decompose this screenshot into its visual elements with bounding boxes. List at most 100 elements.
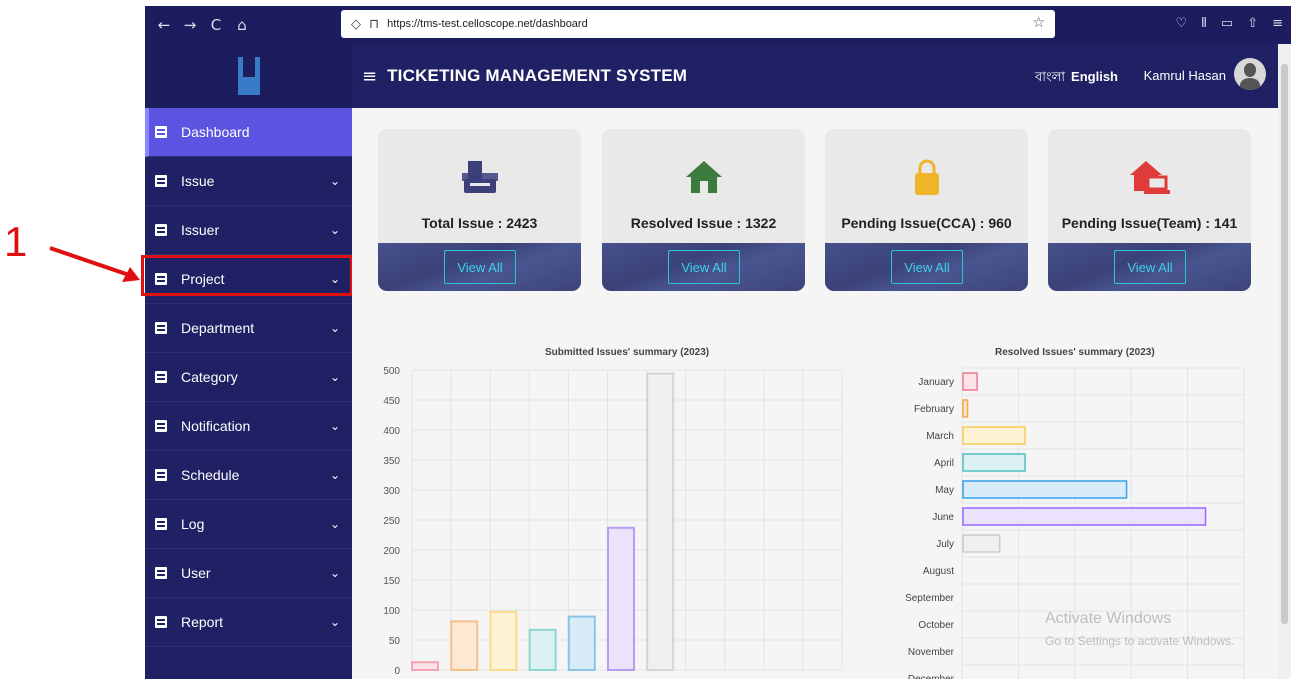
- dashboard-main: Total Issue : 2423 View All Resolved Iss…: [352, 108, 1278, 679]
- y-tick-label: 400: [383, 426, 400, 437]
- y-tick-label: 200: [383, 546, 400, 557]
- y-tick-label: 350: [383, 456, 400, 467]
- bar[interactable]: [528, 628, 557, 671]
- submitted-chart-title: Submitted Issues' summary (2023): [545, 347, 710, 358]
- activation-watermark-title: Activate Windows: [1045, 610, 1172, 627]
- sidebar-item-label: Issue: [181, 173, 215, 189]
- view-all-button[interactable]: View All: [891, 250, 963, 284]
- language-switch: বাংলা English: [1035, 68, 1118, 89]
- browser-tools: ♡ ⦀ ▭ ⇧ ≡: [1176, 16, 1284, 31]
- home-icon[interactable]: ⌂: [229, 16, 255, 34]
- sidebar-item-label: Log: [181, 516, 205, 532]
- activation-watermark-text: Go to Settings to activate Windows.: [1045, 634, 1235, 648]
- y-category-label: July: [936, 539, 954, 550]
- reload-icon[interactable]: C: [203, 16, 229, 34]
- y-category-label: February: [914, 404, 954, 415]
- y-category-label: May: [935, 485, 954, 496]
- stat-card-label: Pending Issue(Team) : 141: [1061, 215, 1238, 231]
- avatar[interactable]: [1234, 58, 1266, 90]
- sidebar-item-label: Department: [181, 320, 255, 336]
- sidebar-item-issue[interactable]: Issue ⌄: [145, 157, 352, 206]
- sidebar-item-label: Report: [181, 614, 224, 630]
- stat-card-label: Resolved Issue : 1322: [630, 215, 777, 231]
- y-tick-label: 100: [383, 606, 400, 617]
- inbox-icon: [378, 157, 581, 202]
- browser-toolbar: ← → C ⌂ ◇ ⊓ https://tms-test.celloscope.…: [145, 6, 1291, 44]
- sidebar-item-user[interactable]: User ⌄: [145, 549, 352, 598]
- bookmark-star-icon[interactable]: ☆: [1032, 15, 1045, 31]
- view-all-button[interactable]: View All: [668, 250, 740, 284]
- y-category-label: April: [934, 458, 954, 469]
- shield-icon: ◇: [351, 16, 361, 32]
- sidebar: Dashboard Issue ⌄ Issuer ⌄ Project ⌄ Department…: [145, 44, 352, 679]
- bar[interactable]: [489, 610, 518, 672]
- extensions-icon[interactable]: ⇧: [1247, 16, 1258, 31]
- bar[interactable]: [607, 526, 635, 671]
- hamburger-icon[interactable]: ≡: [362, 66, 377, 87]
- url-bar[interactable]: ◇ ⊓ https://tms-test.celloscope.net/dash…: [341, 10, 1055, 38]
- chevron-down-icon: ⌄: [329, 468, 340, 482]
- y-tick-label: 500: [383, 366, 400, 377]
- list-icon: [155, 224, 167, 236]
- stat-card-label: Total Issue : 2423: [421, 215, 538, 231]
- chevron-down-icon: ⌄: [329, 566, 340, 580]
- bar[interactable]: [962, 372, 978, 391]
- stat-card: Resolved Issue : 1322 View All: [602, 129, 805, 291]
- back-icon[interactable]: ←: [151, 16, 177, 34]
- lang-bangla[interactable]: বাংলা: [1035, 69, 1065, 84]
- sidebar-item-report[interactable]: Report ⌄: [145, 598, 352, 647]
- y-category-label: June: [932, 512, 954, 523]
- sidebar-item-dashboard[interactable]: Dashboard: [145, 108, 352, 157]
- y-category-label: November: [908, 647, 955, 658]
- bar[interactable]: [411, 661, 439, 672]
- sidebar-item-category[interactable]: Category ⌄: [145, 353, 352, 402]
- bar[interactable]: [646, 372, 675, 671]
- chevron-down-icon: ⌄: [329, 615, 340, 629]
- lock-icon: ⊓: [369, 16, 380, 32]
- dashboard-icon: [155, 126, 167, 138]
- bar[interactable]: [962, 534, 1001, 553]
- list-icon: [155, 322, 167, 334]
- bar[interactable]: [962, 453, 1026, 472]
- y-category-label: December: [908, 674, 955, 679]
- y-tick-label: 50: [389, 636, 401, 647]
- sidebar-item-label: Schedule: [181, 467, 240, 483]
- sidebar-item-label: Issuer: [181, 222, 220, 238]
- scrollbar-thumb[interactable]: [1281, 64, 1288, 624]
- lang-english[interactable]: English: [1071, 69, 1118, 84]
- menu-icon[interactable]: ≡: [1272, 16, 1283, 31]
- pocket-icon[interactable]: ♡: [1176, 16, 1188, 31]
- forward-icon[interactable]: →: [177, 16, 203, 34]
- sidebar-item-log[interactable]: Log ⌄: [145, 500, 352, 549]
- bar[interactable]: [962, 507, 1207, 526]
- bar[interactable]: [567, 615, 596, 672]
- y-tick-label: 300: [383, 486, 400, 497]
- sidebar-item-issuer[interactable]: Issuer ⌄: [145, 206, 352, 255]
- home-icon: [602, 157, 805, 202]
- annotation-number: 1: [4, 218, 28, 265]
- sidebar-item-notification[interactable]: Notification ⌄: [145, 402, 352, 451]
- app-logo[interactable]: [237, 57, 260, 95]
- view-all-button[interactable]: View All: [1114, 250, 1186, 284]
- sidebar-item-schedule[interactable]: Schedule ⌄: [145, 451, 352, 500]
- app-header: ≡ TICKETING MANAGEMENT SYSTEM বাংলা Engli…: [352, 44, 1278, 108]
- sidebar-toggle-icon[interactable]: ▭: [1221, 16, 1233, 31]
- bar[interactable]: [450, 620, 479, 671]
- chevron-down-icon: ⌄: [329, 174, 340, 188]
- sidebar-item-department[interactable]: Department ⌄: [145, 304, 352, 353]
- sidebar-menu: Dashboard Issue ⌄ Issuer ⌄ Project ⌄ Department…: [145, 108, 352, 647]
- bar[interactable]: [962, 480, 1128, 499]
- stat-card-footer: View All: [602, 243, 805, 291]
- bar[interactable]: [962, 399, 969, 418]
- chevron-down-icon: ⌄: [329, 321, 340, 335]
- view-all-button[interactable]: View All: [444, 250, 516, 284]
- app-title: TICKETING MANAGEMENT SYSTEM: [387, 66, 688, 85]
- page-scrollbar[interactable]: [1278, 44, 1291, 679]
- submitted-issues-chart: 500450400350300250200150100500: [383, 366, 843, 677]
- sidebar-item-label: Category: [181, 369, 238, 385]
- library-icon[interactable]: ⦀: [1201, 16, 1207, 31]
- bar[interactable]: [962, 426, 1026, 445]
- url-text: https://tms-test.celloscope.net/dashboar…: [387, 18, 588, 30]
- list-icon: [155, 175, 167, 187]
- user-name[interactable]: Kamrul Hasan: [1144, 68, 1226, 83]
